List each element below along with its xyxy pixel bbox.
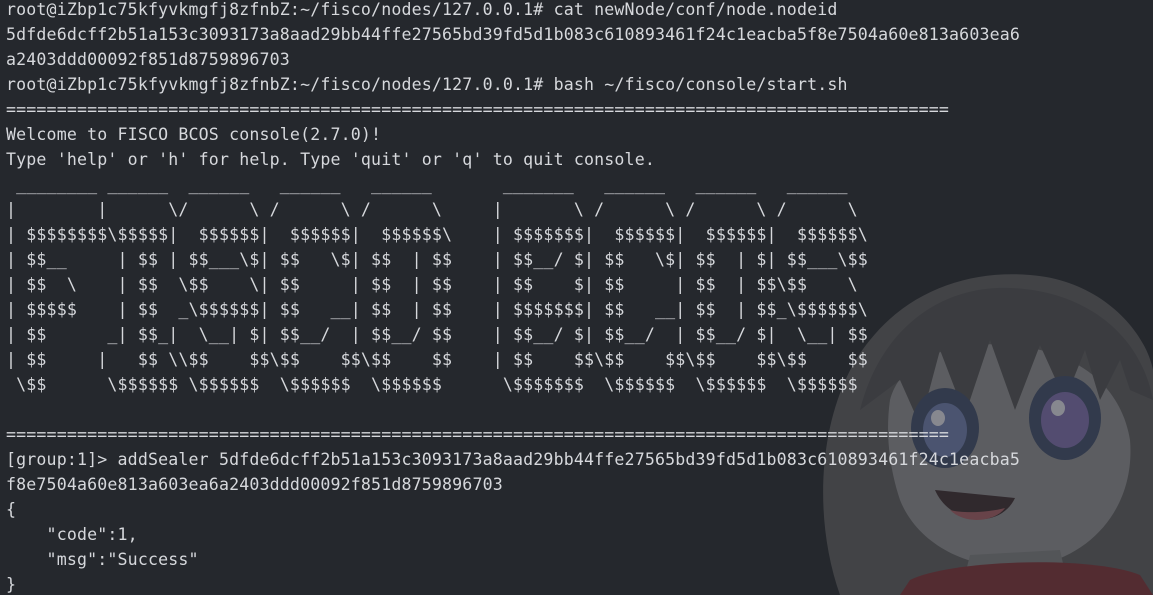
ascii-banner-line: | $$$$$$$$\$$$$$| $$$$$$| $$$$$$| $$$$$$… — [6, 225, 868, 244]
separator-line: ========================================… — [6, 425, 950, 444]
ascii-banner-line: | $$ _| $$_| \__| $| $$__/ | $$__/ $$ | … — [6, 325, 868, 344]
command-line-prompt: root@iZbp1c75kfyvkmgfj8zfnbZ:~/fisco/nod… — [6, 0, 838, 19]
json-output-line: { — [6, 500, 17, 519]
separator-line: ========================================… — [6, 100, 950, 119]
welcome-message: Welcome to FISCO BCOS console(2.7.0)! — [6, 125, 382, 144]
ascii-banner-line: | $$ | $$ \\$$ $$\$$ $$\$$ $$ | $$ $$\$$… — [6, 350, 868, 369]
ascii-banner-line: | $$ \ | $$ \$$ \| $$ | $$ | $$ | $$ $| … — [6, 275, 858, 294]
ascii-banner-line: | | \/ \ / \ / \ | \ / \ / \ / \ — [6, 200, 858, 219]
ascii-banner-line: | $$$$$ | $$ _\$$$$$$| $$ __| $$ | $$ | … — [6, 300, 868, 319]
json-output-line: "msg":"Success" — [6, 550, 199, 569]
command-line-prompt: root@iZbp1c75kfyvkmgfj8zfnbZ:~/fisco/nod… — [6, 75, 848, 94]
help-message: Type 'help' or 'h' for help. Type 'quit'… — [6, 150, 655, 169]
terminal-window[interactable]: root@iZbp1c75kfyvkmgfj8zfnbZ:~/fisco/nod… — [0, 0, 1153, 595]
terminal-output: root@iZbp1c75kfyvkmgfj8zfnbZ:~/fisco/nod… — [6, 0, 1020, 595]
json-output-line: } — [6, 575, 17, 594]
console-command-line: [group:1]> addSealer 5dfde6dcff2b51a153c… — [6, 450, 1021, 469]
ascii-banner-line: \$$ \$$$$$$ \$$$$$$ \$$$$$$ \$$$$$$ \$$$… — [6, 375, 858, 394]
output-line: 5dfde6dcff2b51a153c3093173a8aad29bb44ffe… — [6, 25, 1021, 44]
ascii-banner-line: ________ ______ ______ ______ ______ ___… — [6, 175, 848, 194]
output-line: f8e7504a60e813a603ea6a2403ddd00092f851d8… — [6, 475, 503, 494]
json-output-line: "code":1, — [6, 525, 138, 544]
ascii-banner-line: | $$__ | $$ | $$___\$| $$ \$| $$ | $$ | … — [6, 250, 868, 269]
output-line: a2403ddd00092f851d8759896703 — [6, 50, 290, 69]
